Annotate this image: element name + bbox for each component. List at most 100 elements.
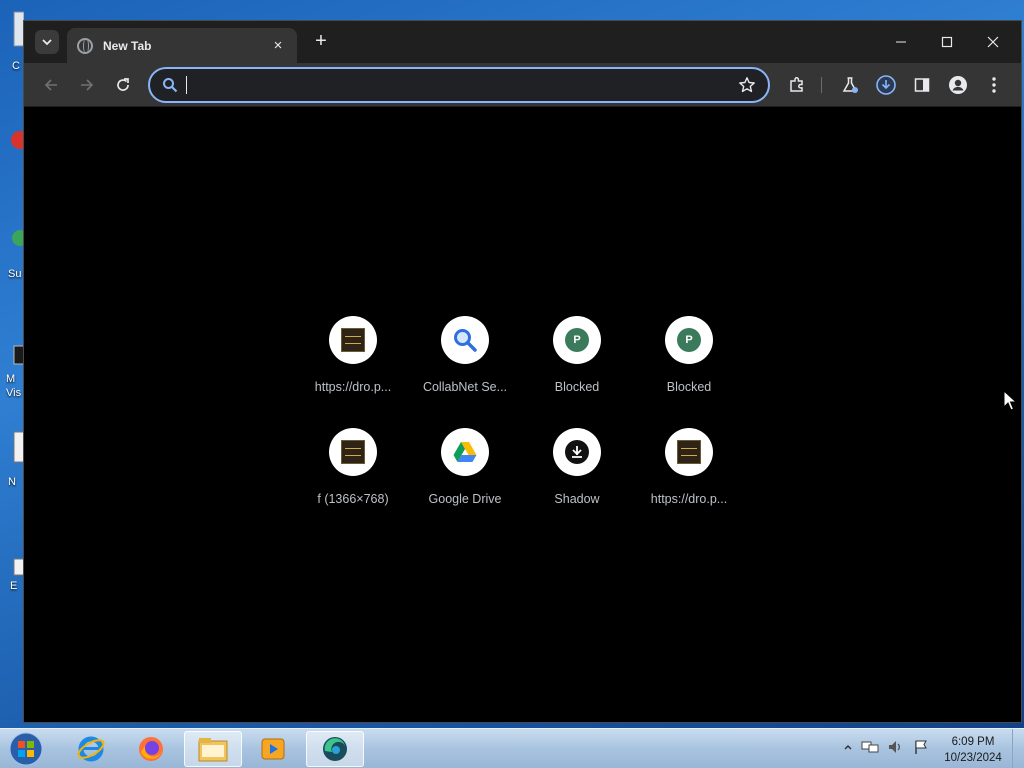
shortcut-tile[interactable]: P Blocked bbox=[633, 314, 745, 410]
shortcut-tile[interactable]: CollabNet Se... bbox=[409, 314, 521, 410]
firefox-icon bbox=[139, 737, 163, 761]
download-icon bbox=[876, 75, 896, 95]
shortcut-label: https://dro.p... bbox=[314, 380, 392, 394]
desktop-icon-2[interactable] bbox=[0, 120, 29, 160]
network-icon[interactable] bbox=[861, 739, 879, 755]
p-letter-icon: P bbox=[677, 328, 701, 352]
p-letter-icon: P bbox=[565, 328, 589, 352]
reload-icon bbox=[117, 78, 129, 91]
shortcut-tile[interactable]: Shadow bbox=[521, 426, 633, 522]
text-caret bbox=[186, 76, 187, 94]
arrow-right-icon bbox=[81, 79, 94, 91]
minimize-icon bbox=[896, 41, 906, 43]
labs-button[interactable] bbox=[838, 73, 862, 97]
shortcut-label: f (1366×768) bbox=[317, 492, 389, 506]
shortcut-tile[interactable]: P Blocked bbox=[521, 314, 633, 410]
downloads-button[interactable] bbox=[874, 73, 898, 97]
tab-title: New Tab bbox=[103, 38, 152, 53]
shortcut-tile[interactable]: https://dro.p... bbox=[633, 426, 745, 522]
search-icon bbox=[163, 78, 178, 93]
tab-close-icon[interactable]: × bbox=[269, 37, 287, 54]
shortcut-icon-circle bbox=[441, 316, 489, 364]
shortcut-icon-circle bbox=[553, 428, 601, 476]
taskbar-app-media-player[interactable] bbox=[244, 731, 302, 767]
desktop-icon-1[interactable] bbox=[0, 10, 25, 50]
shortcut-label: Blocked bbox=[666, 380, 712, 394]
google-drive-icon bbox=[453, 442, 477, 462]
shortcut-icon-circle bbox=[329, 428, 377, 476]
profile-icon bbox=[949, 76, 967, 94]
profile-button[interactable] bbox=[946, 73, 970, 97]
tab-new-tab[interactable]: New Tab × bbox=[67, 28, 297, 63]
new-tab-button[interactable]: + bbox=[310, 31, 332, 53]
tab-strip: New Tab × + bbox=[24, 21, 1021, 63]
shortcut-grid: https://dro.p... CollabNet Se... P Block… bbox=[297, 314, 745, 522]
show-desktop-button[interactable] bbox=[1012, 729, 1024, 768]
shortcut-tile[interactable]: https://dro.p... bbox=[297, 314, 409, 410]
bookmark-star-icon[interactable] bbox=[738, 76, 756, 94]
shortcut-label: CollabNet Se... bbox=[422, 380, 508, 394]
taskbar-app-internet-explorer[interactable] bbox=[62, 731, 120, 767]
site-thumbnail-icon bbox=[341, 440, 365, 464]
shortcut-icon-circle: P bbox=[553, 316, 601, 364]
new-tab-page: https://dro.p... CollabNet Se... P Block… bbox=[24, 108, 1021, 722]
close-window-button[interactable] bbox=[970, 27, 1016, 57]
forward-button[interactable] bbox=[75, 73, 99, 97]
arrow-left-icon bbox=[44, 79, 57, 91]
shortcut-tile[interactable]: f (1366×768) bbox=[297, 426, 409, 522]
shortcut-icon-circle bbox=[441, 428, 489, 476]
windows-start-icon bbox=[9, 732, 43, 766]
address-bar[interactable] bbox=[148, 67, 770, 103]
shortcut-label: Google Drive bbox=[428, 492, 502, 506]
volume-icon[interactable] bbox=[887, 739, 905, 755]
browser-app-icon bbox=[323, 737, 347, 761]
close-icon bbox=[987, 36, 999, 48]
system-tray bbox=[843, 739, 929, 755]
back-button[interactable] bbox=[39, 73, 63, 97]
maximize-icon bbox=[941, 36, 953, 48]
search-icon bbox=[454, 329, 477, 352]
side-panel-button[interactable] bbox=[910, 73, 934, 97]
media-player-icon bbox=[261, 738, 285, 760]
taskbar-app-firefox[interactable] bbox=[122, 731, 180, 767]
internet-explorer-icon bbox=[77, 736, 105, 762]
browser-window: New Tab × + https://dro.p... CollabNet S… bbox=[23, 20, 1022, 723]
shortcut-icon-circle: P bbox=[665, 316, 713, 364]
desktop-icon-3[interactable] bbox=[0, 222, 28, 262]
reload-button[interactable] bbox=[111, 73, 135, 97]
shadow-icon bbox=[565, 440, 589, 464]
site-thumbnail-icon bbox=[677, 440, 701, 464]
shortcut-icon-circle bbox=[329, 316, 377, 364]
mouse-cursor-icon bbox=[1003, 390, 1017, 411]
file-explorer-icon bbox=[198, 738, 228, 762]
site-thumbnail-icon bbox=[341, 328, 365, 352]
globe-icon bbox=[77, 37, 93, 54]
shortcut-label: https://dro.p... bbox=[650, 492, 728, 506]
shortcut-label: Shadow bbox=[554, 492, 600, 506]
clock-time: 6:09 PM bbox=[951, 736, 995, 748]
shortcut-tile[interactable]: Google Drive bbox=[409, 426, 521, 522]
maximize-button[interactable] bbox=[924, 27, 970, 57]
start-button[interactable] bbox=[6, 731, 46, 767]
taskbar-clock[interactable]: 6:09 PM 10/23/2024 bbox=[940, 734, 1006, 766]
shortcut-icon-circle bbox=[665, 428, 713, 476]
tray-expand-icon[interactable] bbox=[843, 742, 853, 752]
extensions-icon bbox=[790, 77, 803, 92]
clock-date: 10/23/2024 bbox=[944, 752, 1002, 764]
browser-toolbar bbox=[24, 63, 1021, 107]
chevron-down-icon bbox=[42, 39, 52, 46]
more-vert-icon bbox=[992, 77, 996, 93]
action-center-flag-icon[interactable] bbox=[913, 739, 929, 755]
menu-button[interactable] bbox=[982, 73, 1006, 97]
taskbar-app-browser[interactable] bbox=[306, 731, 364, 767]
taskbar-app-file-explorer[interactable] bbox=[184, 731, 242, 767]
shortcut-label: Blocked bbox=[554, 380, 600, 394]
extensions-button[interactable] bbox=[785, 73, 809, 97]
minimize-button[interactable] bbox=[878, 27, 924, 57]
toolbar-separator bbox=[821, 77, 822, 93]
desktop-icon-5[interactable] bbox=[0, 428, 25, 468]
address-input[interactable] bbox=[195, 77, 738, 93]
labs-flask-icon bbox=[842, 77, 858, 93]
tab-search-button[interactable] bbox=[35, 30, 59, 54]
taskbar: 6:09 PM 10/23/2024 bbox=[0, 728, 1024, 768]
